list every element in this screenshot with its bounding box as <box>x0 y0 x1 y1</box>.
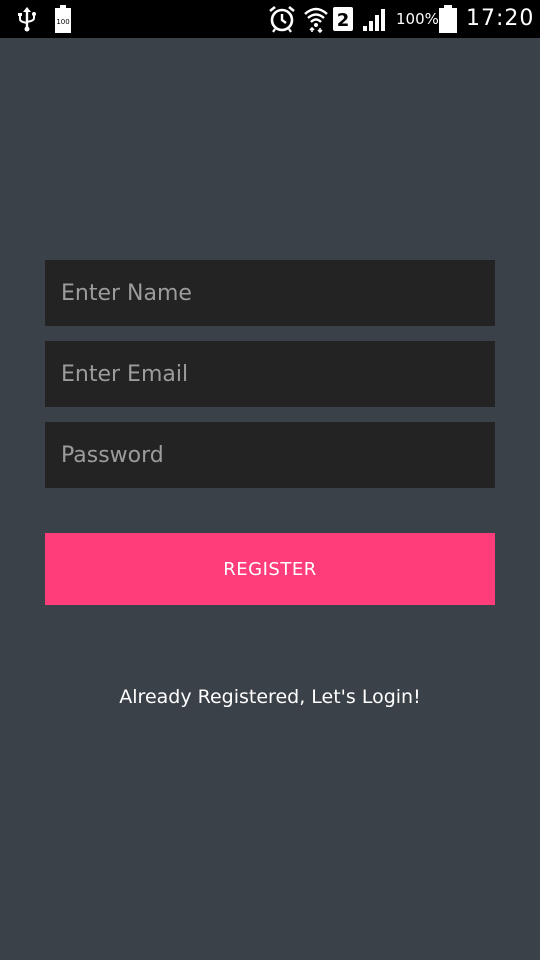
battery-saver-icon: 100 <box>54 5 72 33</box>
battery-percent: 100% <box>396 10 439 28</box>
usb-icon <box>16 5 38 33</box>
name-input[interactable] <box>45 260 495 326</box>
password-input[interactable] <box>45 422 495 488</box>
email-input[interactable] <box>45 341 495 407</box>
sim-label: 2 <box>337 10 350 31</box>
register-screen: REGISTER Already Registered, Let's Login… <box>0 38 540 960</box>
login-link[interactable]: Already Registered, Let's Login! <box>0 686 540 708</box>
battery-icon <box>438 5 458 33</box>
signal-icon <box>362 5 388 33</box>
wifi-icon <box>303 5 329 33</box>
register-button[interactable]: REGISTER <box>45 533 495 605</box>
clock: 17:20 <box>466 6 535 31</box>
sim-2-icon: 2 <box>332 5 354 33</box>
status-bar: 100 2 100% 17:20 <box>0 0 540 38</box>
alarm-icon <box>268 5 296 33</box>
battery-saver-text: 100 <box>56 18 69 26</box>
